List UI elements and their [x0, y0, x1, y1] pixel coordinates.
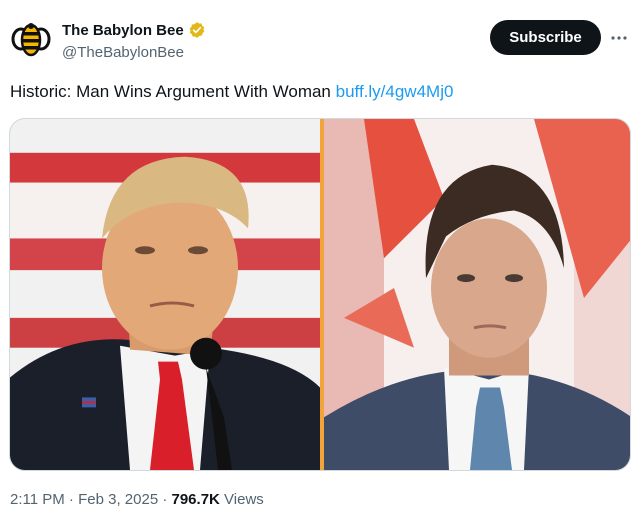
- meta-separator: ·: [162, 491, 168, 508]
- more-options-button[interactable]: [607, 26, 631, 50]
- avatar[interactable]: [10, 18, 52, 60]
- tweet-time: 2:11 PM: [10, 491, 65, 508]
- tweet-link[interactable]: buff.ly/4gw4Mj0: [336, 82, 454, 101]
- tweet-author: The Babylon Bee @TheBabylonBee: [62, 19, 206, 61]
- author-handle[interactable]: @TheBabylonBee: [62, 44, 206, 61]
- views-count: 796.7K: [171, 491, 220, 508]
- verified-badge-icon[interactable]: [188, 21, 206, 39]
- author-display-name[interactable]: The Babylon Bee: [62, 22, 184, 39]
- tweet-date: Feb 3, 2025: [78, 491, 159, 508]
- tweet-text: Historic: Man Wins Argument With Woman b…: [10, 82, 453, 102]
- tweet-text-body: Historic: Man Wins Argument With Woman: [10, 82, 331, 101]
- photo-trump[interactable]: [10, 119, 320, 470]
- photo-trudeau[interactable]: [324, 119, 631, 470]
- bee-logo-icon: [11, 23, 51, 57]
- tweet-media[interactable]: [9, 118, 631, 471]
- tweet-meta: 2:11 PM · Feb 3, 2025 · 796.7K Views: [10, 491, 264, 508]
- subscribe-button[interactable]: Subscribe: [490, 20, 601, 55]
- more-options-icon: [611, 36, 627, 40]
- meta-separator: ·: [68, 491, 74, 508]
- tweet-timestamp[interactable]: 2:11 PM · Feb 3, 2025: [10, 491, 162, 508]
- views-label: Views: [224, 491, 264, 508]
